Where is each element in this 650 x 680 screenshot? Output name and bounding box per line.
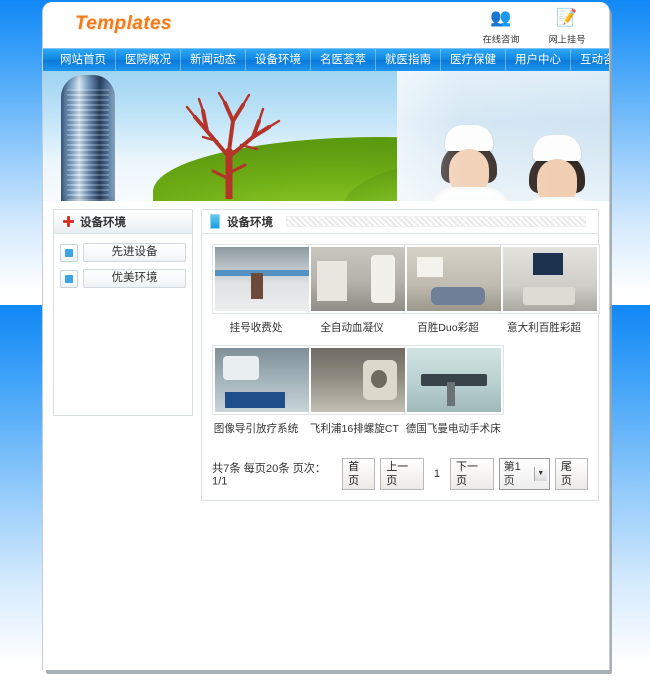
- photo-operating-table: [407, 348, 501, 412]
- gallery-item-caption: 飞利浦16排螺旋CT: [309, 423, 399, 435]
- gallery-item[interactable]: 挂号收费处: [208, 244, 312, 345]
- site-container: Templates 👥 在线咨询 📝 网上挂号 网站首页 医院概况 新闻动态 设…: [42, 2, 610, 670]
- nav-item-hospital-overview[interactable]: 医院概况: [116, 49, 181, 71]
- gallery-grid: 挂号收费处 全自动血凝仪 百胜Duo彩超 意大利百胜彩超 图像导引放疗系统 飞利…: [202, 234, 600, 450]
- banner-tree-icon: [185, 91, 281, 199]
- site-logo: Templates: [75, 13, 172, 34]
- nav-item-news[interactable]: 新闻动态: [181, 49, 246, 71]
- gallery-item-caption: 百胜Duo彩超: [417, 322, 479, 334]
- pagination-first-button[interactable]: 首页: [342, 458, 376, 490]
- gallery-item-caption: 全自动血凝仪: [320, 322, 384, 334]
- main-panel-header: 设备环境: [202, 210, 598, 234]
- content-spacer: [43, 593, 609, 670]
- sidebar-list: 先进设备 优美环境: [54, 234, 192, 305]
- sidebar-item-label: 优美环境: [83, 269, 186, 288]
- online-register-label: 网上挂号: [548, 35, 586, 46]
- gallery-item[interactable]: 意大利百胜彩超: [496, 244, 600, 345]
- sidebar-item-beautiful-environment[interactable]: 优美环境: [60, 269, 186, 288]
- online-consult-button[interactable]: 👥 在线咨询: [475, 6, 527, 46]
- square-bullet-icon: [60, 269, 78, 288]
- pagination-prev-button[interactable]: 上一页: [380, 458, 424, 490]
- square-bullet-icon: [60, 243, 78, 262]
- site-header: Templates 👥 在线咨询 📝 网上挂号: [43, 2, 609, 48]
- red-cross-icon: [63, 216, 74, 227]
- thumbnail[interactable]: [500, 244, 600, 314]
- nav-item-equipment-environment[interactable]: 设备环境: [246, 49, 311, 71]
- gallery-item[interactable]: 全自动血凝仪: [304, 244, 408, 345]
- gallery-item[interactable]: 百胜Duo彩超: [400, 244, 504, 345]
- header-hatch-decoration: [286, 216, 586, 227]
- nav-item-healthcare[interactable]: 医疗保健: [441, 49, 506, 71]
- sidebar: 设备环境 先进设备 优美环境: [53, 209, 193, 416]
- gallery-item[interactable]: 德国飞曼电动手术床: [400, 345, 504, 446]
- sidebar-header: 设备环境: [54, 210, 192, 234]
- thumbnail[interactable]: [212, 345, 312, 415]
- nav-item-home[interactable]: 网站首页: [51, 49, 116, 71]
- banner-image: [43, 71, 609, 201]
- photo-coagulation-analyzer: [311, 247, 405, 311]
- nav-item-medical-guide[interactable]: 就医指南: [376, 49, 441, 71]
- online-consult-label: 在线咨询: [482, 35, 520, 46]
- online-register-button[interactable]: 📝 网上挂号: [541, 6, 593, 46]
- online-register-icon: 📝: [556, 8, 578, 27]
- thumbnail[interactable]: [308, 345, 408, 415]
- pagination-info: 共7条 每页20条 页次：1/1: [212, 463, 327, 488]
- banner-building: [61, 75, 115, 201]
- photo-duo-ultrasound: [407, 247, 501, 311]
- gallery-item-empty: [496, 345, 592, 446]
- main-panel: 设备环境 挂号收费处 全自动血凝仪 百胜Duo彩超 意大利百胜彩超 图像导引放疗…: [201, 209, 600, 501]
- pagination-current-page[interactable]: 1: [429, 467, 445, 481]
- section-marker-icon: [210, 214, 220, 229]
- gallery-item-caption: 图像导引放疗系统: [213, 423, 299, 435]
- content-area: 设备环境 先进设备 优美环境 设备环境 挂号收费处 全自动血凝仪 百胜Duo彩超…: [43, 201, 609, 593]
- gallery-item-caption: 德国飞曼电动手术床: [405, 423, 501, 435]
- photo-image-guided-radiotherapy: [215, 348, 309, 412]
- sidebar-title: 设备环境: [80, 216, 126, 229]
- pagination-next-button[interactable]: 下一页: [450, 458, 494, 490]
- main-navigation: 网站首页 医院概况 新闻动态 设备环境 名医荟萃 就医指南 医疗保健 用户中心 …: [43, 48, 609, 71]
- pagination-bar: 共7条 每页20条 页次：1/1 首页 上一页 1 下一页 第1页 ▼ 尾页: [202, 450, 598, 500]
- main-panel-title: 设备环境: [227, 216, 273, 229]
- photo-italian-ultrasound: [503, 247, 597, 311]
- gallery-item[interactable]: 图像导引放疗系统: [208, 345, 312, 446]
- sidebar-item-advanced-equipment[interactable]: 先进设备: [60, 243, 186, 262]
- banner-glass-overlay: [397, 71, 609, 201]
- online-consult-icon: 👥: [490, 8, 512, 27]
- chevron-down-icon: ▼: [533, 467, 547, 481]
- gallery-item-caption: 意大利百胜彩超: [507, 322, 581, 334]
- header-icon-group: 👥 在线咨询 📝 网上挂号: [475, 6, 593, 46]
- thumbnail[interactable]: [404, 244, 504, 314]
- pagination-page-select-value: 第1页: [503, 461, 521, 487]
- thumbnail[interactable]: [404, 345, 504, 415]
- photo-philips-ct: [311, 348, 405, 412]
- nav-item-interactive-consult[interactable]: 互动咨询: [571, 49, 609, 71]
- pagination-page-select[interactable]: 第1页 ▼: [498, 458, 550, 490]
- nav-item-user-center[interactable]: 用户中心: [506, 49, 571, 71]
- thumbnail[interactable]: [308, 244, 408, 314]
- pagination-controls: 首页 上一页 1 下一页 第1页 ▼ 尾页: [342, 458, 589, 490]
- nav-item-famous-doctors[interactable]: 名医荟萃: [311, 49, 376, 71]
- banner-nurses: [397, 71, 609, 201]
- pagination-last-button[interactable]: 尾页: [554, 458, 589, 490]
- photo-registration-desk: [215, 247, 309, 311]
- gallery-item-caption: 挂号收费处: [229, 322, 283, 334]
- thumbnail[interactable]: [212, 244, 312, 314]
- gallery-item[interactable]: 飞利浦16排螺旋CT: [304, 345, 408, 446]
- sidebar-item-label: 先进设备: [83, 243, 186, 262]
